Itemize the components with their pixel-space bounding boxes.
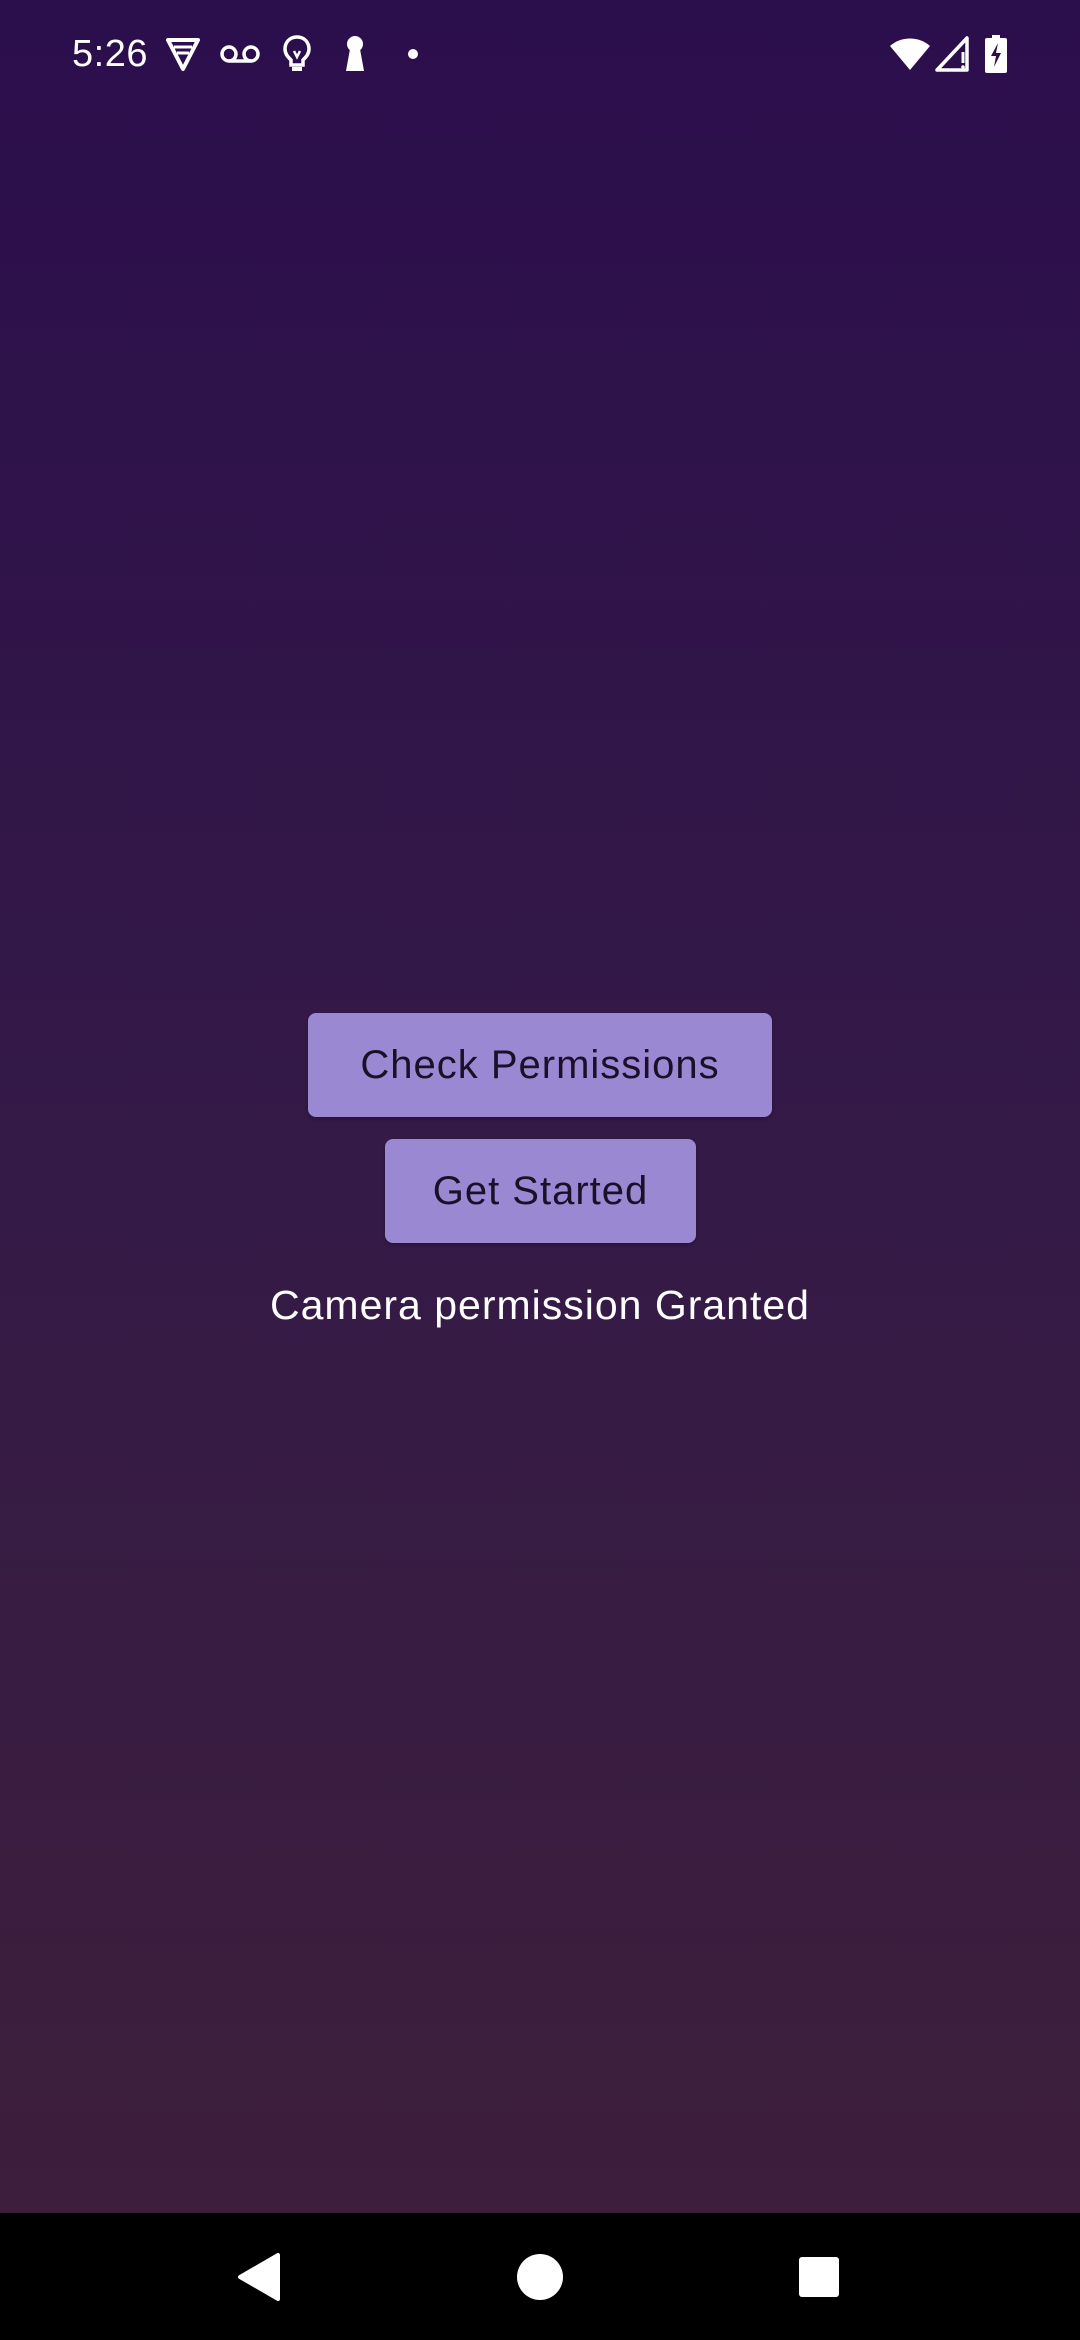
- recents-icon: [799, 2256, 839, 2297]
- check-permissions-label: Check Permissions: [360, 1042, 720, 1087]
- get-started-button[interactable]: Get Started: [385, 1139, 696, 1243]
- vpn-shield-icon: [163, 30, 203, 78]
- navigation-bar: [0, 2213, 1080, 2340]
- wifi-icon: [888, 30, 932, 78]
- lightbulb-icon: [282, 30, 312, 78]
- permission-status-text: Camera permission Granted: [270, 1282, 810, 1328]
- get-started-label: Get Started: [432, 1168, 649, 1213]
- recents-button[interactable]: [749, 2213, 889, 2340]
- home-button[interactable]: [470, 2213, 610, 2340]
- cell-signal-icon: [934, 30, 970, 78]
- voicemail-icon: [219, 30, 261, 78]
- battery-charging-icon: [983, 30, 1009, 78]
- status-bar: 5:26: [0, 0, 1080, 108]
- keyhole-icon: [342, 30, 368, 78]
- back-icon: [238, 2252, 280, 2301]
- home-icon: [517, 2253, 563, 2300]
- notification-dot-icon: [405, 30, 421, 78]
- status-time: 5:26: [72, 33, 148, 75]
- back-button[interactable]: [189, 2213, 329, 2340]
- check-permissions-button[interactable]: Check Permissions: [308, 1013, 772, 1117]
- app-screen: 5:26 Check Permissions Get Started Camer…: [0, 0, 1080, 2340]
